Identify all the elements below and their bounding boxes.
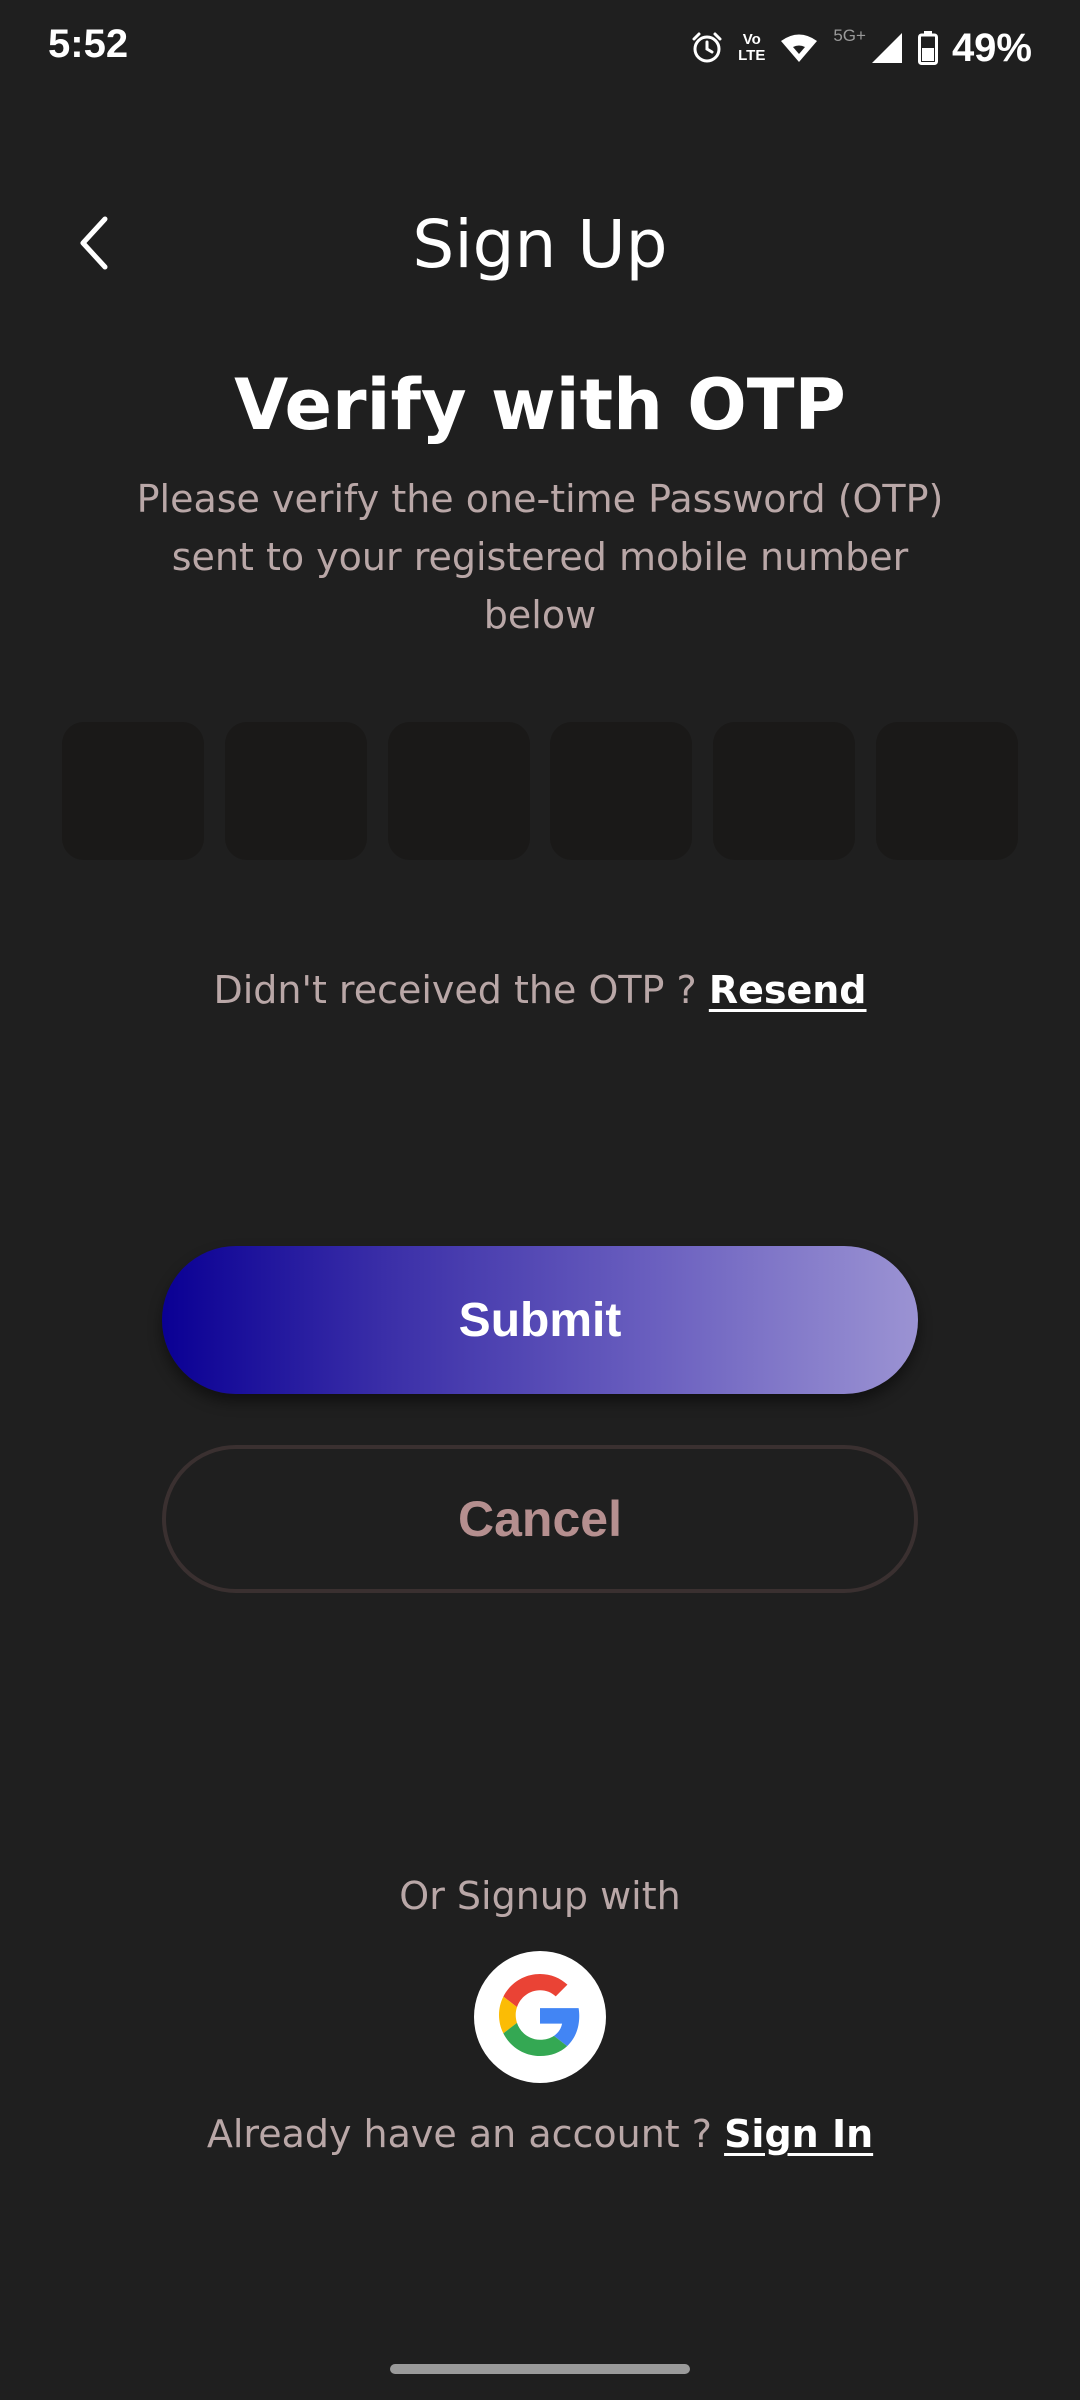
status-icons: Vo LTE 5G+ 49% <box>690 22 1032 74</box>
otp-digit-3[interactable] <box>387 722 530 860</box>
google-signup-button[interactable] <box>474 1951 606 2083</box>
signin-prompt: Already have an account ? <box>206 2112 712 2156</box>
cancel-button[interactable]: Cancel <box>162 1445 918 1593</box>
status-time: 5:52 <box>48 22 129 66</box>
otp-digit-6[interactable] <box>875 722 1018 860</box>
or-signup-label: Or Signup with <box>399 1874 681 1918</box>
otp-input-row <box>62 722 1018 860</box>
resend-prompt: Didn't received the OTP ? <box>213 968 697 1012</box>
network-type: 5G+ <box>833 26 866 45</box>
page-title: Sign Up <box>412 206 668 283</box>
resend-link[interactable]: Resend <box>709 968 867 1012</box>
otp-digit-5[interactable] <box>713 722 856 860</box>
submit-button[interactable]: Submit <box>162 1246 918 1394</box>
otp-description: Please verify the one-time Password (OTP… <box>136 477 944 637</box>
battery-percent: 49% <box>951 25 1032 70</box>
volte-top: Vo <box>742 31 761 48</box>
screen: 5:52 Vo LTE 5G+ 49% Sign Up Verify with … <box>0 0 1080 2400</box>
otp-digit-1[interactable] <box>62 722 204 860</box>
otp-digit-4[interactable] <box>550 722 693 860</box>
chevron-left-icon <box>77 215 113 275</box>
signal-icon <box>870 31 904 65</box>
signin-link[interactable]: Sign In <box>724 2112 873 2156</box>
wifi-icon <box>779 32 819 64</box>
status-bar: 5:52 Vo LTE 5G+ 49% <box>0 0 1080 96</box>
otp-heading: Verify with OTP <box>234 364 846 446</box>
alarm-icon <box>690 31 724 65</box>
otp-digit-2[interactable] <box>224 722 367 860</box>
volte-icon: Vo LTE <box>738 32 765 64</box>
volte-bottom: LTE <box>738 47 766 64</box>
resend-line: Didn't received the OTP ? Resend <box>0 960 1080 1020</box>
home-indicator[interactable] <box>390 2364 690 2374</box>
battery-icon <box>917 31 938 65</box>
google-icon <box>499 1974 581 2060</box>
signin-line: Already have an account ? Sign In <box>0 2104 1080 2164</box>
back-button[interactable] <box>60 200 130 290</box>
